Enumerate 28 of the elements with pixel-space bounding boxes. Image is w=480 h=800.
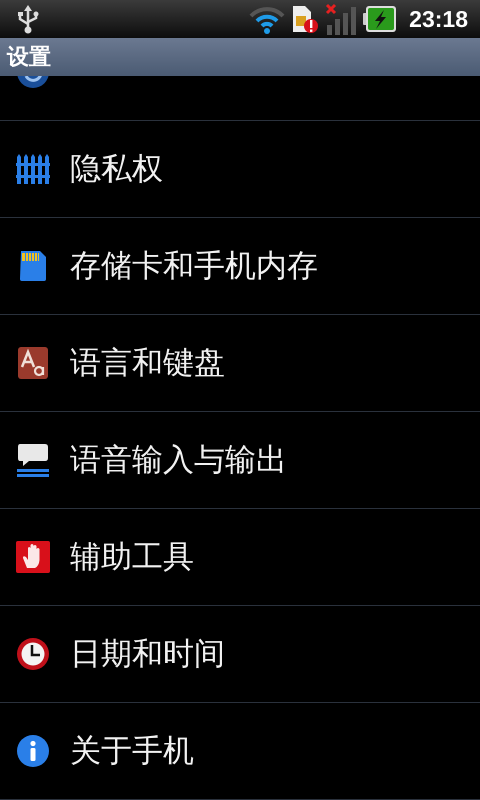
settings-item[interactable]: 存储卡和手机内存 (0, 218, 480, 315)
settings-label: 关于手机 (70, 732, 194, 771)
settings-label: 辅助工具 (70, 538, 194, 577)
settings-item[interactable]: 语音输入与输出 (0, 412, 480, 509)
info-icon (16, 734, 50, 768)
letters-icon (18, 347, 48, 379)
settings-label: 隐私权 (70, 150, 163, 189)
clock-time: 23:18 (409, 6, 468, 32)
settings-item[interactable]: 隐私权 (0, 121, 480, 218)
settings-item[interactable]: 日期和时间 (0, 606, 480, 703)
wifi-icon (249, 4, 286, 34)
fence-icon (16, 153, 50, 185)
speech-bubble-icon (17, 443, 49, 477)
settings-label: 存储卡和手机内存 (70, 247, 318, 286)
sd-card-icon (19, 250, 47, 282)
settings-item[interactable]: 语言和键盘 (0, 315, 480, 412)
usb-icon (16, 4, 40, 34)
hand-icon (16, 541, 50, 573)
clock-icon (16, 637, 50, 671)
screen-title: 设置 (7, 44, 51, 72)
settings-label: 日期和时间 (70, 635, 225, 674)
battery-charging-icon (363, 5, 398, 33)
settings-item[interactable]: 辅助工具 (0, 509, 480, 606)
no-signal-icon (325, 3, 358, 35)
settings-label: 语音输入与输出 (70, 441, 287, 480)
settings-label: 语言和键盘 (70, 344, 225, 383)
settings-item[interactable]: 关于手机 (0, 703, 480, 800)
sim-card-error-icon (291, 4, 320, 34)
